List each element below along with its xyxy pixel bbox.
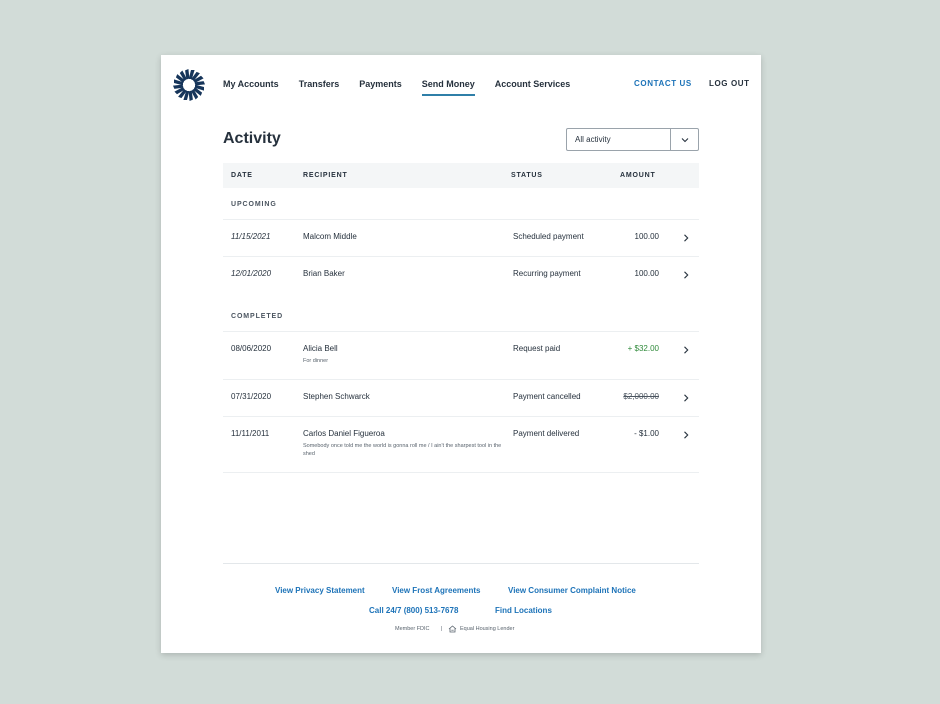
nav-send-money[interactable]: Send Money xyxy=(421,79,475,96)
row-status: Payment cancelled xyxy=(513,392,581,401)
divider xyxy=(223,379,699,380)
log-out-link[interactable]: LOG OUT xyxy=(709,79,750,88)
call-phone-link[interactable]: Call 24/7 (800) 513-7678 xyxy=(369,606,458,615)
row-amount: $2,000.00 xyxy=(623,392,659,401)
top-nav: My Accounts Transfers Payments Send Mone… xyxy=(223,79,590,96)
footer-separator: | xyxy=(441,626,443,632)
main-card: My Accounts Transfers Payments Send Mone… xyxy=(161,55,761,653)
row-recipient: Brian Baker xyxy=(303,269,345,278)
activity-filter-value: All activity xyxy=(575,135,611,144)
row-date: 11/11/2011 xyxy=(231,429,270,438)
nav-my-accounts[interactable]: My Accounts xyxy=(223,79,279,96)
divider xyxy=(223,219,699,220)
column-header-status: STATUS xyxy=(511,172,543,179)
chevron-right-icon[interactable] xyxy=(681,270,691,280)
starburst-logo-icon[interactable] xyxy=(173,69,205,101)
house-icon xyxy=(448,625,457,633)
row-amount: 100.00 xyxy=(634,232,659,241)
row-date: 12/01/2020 xyxy=(231,269,272,278)
chevron-right-icon[interactable] xyxy=(681,233,691,243)
row-amount: 100.00 xyxy=(634,269,659,278)
row-date: 11/15/2021 xyxy=(231,232,271,241)
row-date: 07/31/2020 xyxy=(231,392,272,401)
chevron-right-icon[interactable] xyxy=(681,345,691,355)
contact-us-link[interactable]: CONTACT US xyxy=(634,79,692,88)
chevron-right-icon[interactable] xyxy=(681,430,691,440)
frost-agreements-link[interactable]: View Frost Agreements xyxy=(392,586,480,595)
column-header-recipient: RECIPIENT xyxy=(303,172,348,179)
find-locations-link[interactable]: Find Locations xyxy=(495,606,552,615)
nav-account-services[interactable]: Account Services xyxy=(495,79,571,96)
section-label-upcoming: UPCOMING xyxy=(231,201,277,208)
row-date: 08/06/2020 xyxy=(231,344,272,353)
nav-payments[interactable]: Payments xyxy=(359,79,402,96)
row-recipient: Carlos Daniel Figueroa xyxy=(303,429,385,438)
row-memo: For dinner xyxy=(303,358,329,364)
row-status: Payment delivered xyxy=(513,429,580,438)
member-fdic-text: Member FDIC xyxy=(395,626,430,632)
row-amount: + $32.00 xyxy=(627,344,659,353)
column-header-date: DATE xyxy=(231,172,253,179)
column-header-amount: AMOUNT xyxy=(620,172,656,179)
row-status: Recurring payment xyxy=(513,269,581,278)
row-status: Scheduled payment xyxy=(513,232,584,241)
table-header: DATE RECIPIENT STATUS AMOUNT xyxy=(223,163,699,188)
row-memo: Somebody once told me the world is gonna… xyxy=(303,443,502,457)
divider xyxy=(223,331,699,332)
chevron-right-icon[interactable] xyxy=(681,393,691,403)
row-amount: - $1.00 xyxy=(634,429,659,438)
section-label-completed: COMPLETED xyxy=(231,313,284,320)
divider xyxy=(223,472,699,473)
equal-housing-text: Equal Housing Lender xyxy=(460,626,515,632)
footer-divider xyxy=(223,563,699,564)
complaint-notice-link[interactable]: View Consumer Complaint Notice xyxy=(508,586,636,595)
chevron-down-icon xyxy=(681,137,688,142)
privacy-statement-link[interactable]: View Privacy Statement xyxy=(275,586,365,595)
activity-filter-toggle[interactable] xyxy=(670,129,698,150)
divider xyxy=(223,256,699,257)
row-recipient: Alicia Bell xyxy=(303,344,338,353)
page-title: Activity xyxy=(223,130,281,147)
row-recipient: Stephen Schwarck xyxy=(303,392,370,401)
divider xyxy=(223,416,699,417)
row-status: Request paid xyxy=(513,344,561,353)
activity-filter-select[interactable]: All activity xyxy=(566,128,699,151)
row-recipient: Malcom Middle xyxy=(303,232,357,241)
nav-transfers[interactable]: Transfers xyxy=(299,79,340,96)
